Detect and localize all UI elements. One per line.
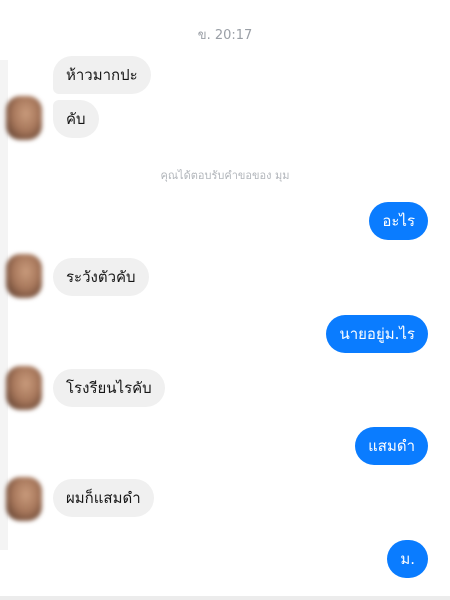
incoming-message[interactable]: ผมก็แสมดำ: [53, 479, 154, 517]
contact-avatar[interactable]: [6, 96, 42, 140]
outgoing-message[interactable]: แสมดำ: [355, 427, 428, 465]
bottom-divider: [0, 596, 450, 600]
contact-avatar[interactable]: [6, 254, 42, 298]
incoming-message[interactable]: ห้าวมากปะ: [53, 56, 151, 94]
outgoing-message[interactable]: นายอยู่ม.ไร: [326, 315, 428, 353]
left-edge-shadow: [0, 60, 8, 550]
outgoing-message[interactable]: อะไร: [369, 202, 428, 240]
incoming-message[interactable]: คับ: [53, 100, 99, 138]
incoming-message[interactable]: โรงรียนไรคับ: [53, 369, 165, 407]
contact-avatar[interactable]: [6, 366, 42, 410]
message-timestamp: ข. 20:17: [197, 28, 253, 43]
chat-thread[interactable]: ข. 20:17 ห้าวมากปะ คับ คุณได้ตอบรับคำขอข…: [0, 0, 450, 600]
contact-avatar[interactable]: [6, 477, 42, 521]
request-accepted-notice: คุณได้ตอบรับคำขอของ มุม: [160, 169, 290, 182]
outgoing-message[interactable]: ม.: [387, 540, 428, 578]
incoming-message[interactable]: ระวังตัวคับ: [53, 258, 149, 296]
